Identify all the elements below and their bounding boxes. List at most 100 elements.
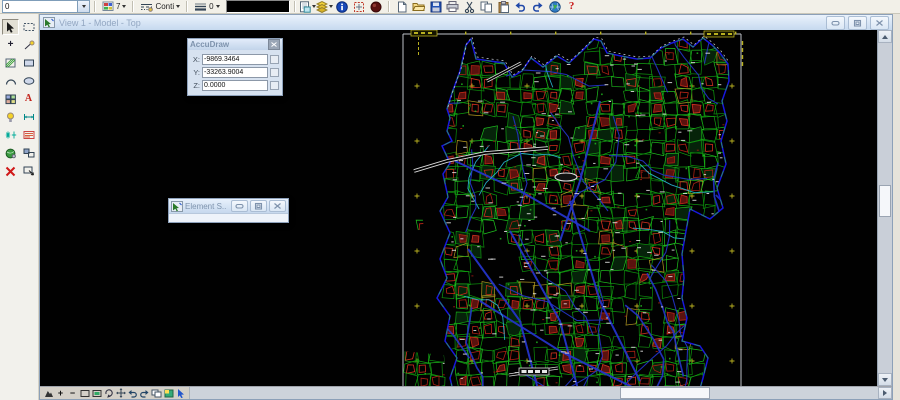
zoom-in-button[interactable]: + xyxy=(55,388,66,399)
pan-view-button[interactable] xyxy=(115,388,126,399)
color-picker-button[interactable]: 7 xyxy=(100,1,128,13)
color-swatch[interactable] xyxy=(226,0,290,13)
web-browser-button[interactable] xyxy=(547,0,563,13)
fence-icon xyxy=(23,22,35,32)
accusnap-button[interactable] xyxy=(368,0,384,13)
linear-tool[interactable] xyxy=(20,37,37,53)
arcs-tool[interactable] xyxy=(2,73,19,89)
view-previous-button[interactable] xyxy=(127,388,138,399)
drop-element-tool[interactable] xyxy=(20,163,37,179)
patterns-tool[interactable] xyxy=(2,55,19,71)
dimensions-tool[interactable] xyxy=(20,109,37,125)
accudraw-x-label: X: xyxy=(191,55,200,64)
delete-element-tool[interactable] xyxy=(2,163,19,179)
accudraw-x-lock-checkbox[interactable] xyxy=(270,55,279,64)
points-tool[interactable]: + xyxy=(2,37,19,53)
horizontal-scrollbar[interactable] xyxy=(189,387,892,399)
tags-tool[interactable] xyxy=(2,109,19,125)
rotate-view-button[interactable] xyxy=(103,388,114,399)
chevron-down-icon xyxy=(82,5,86,8)
fence-tool[interactable] xyxy=(20,19,37,35)
copy-button[interactable] xyxy=(479,0,495,13)
accudraw-dialog[interactable]: AccuDraw X: Y: Z: xyxy=(187,38,283,96)
change-attributes-icon xyxy=(23,130,35,140)
accudraw-z-lock-checkbox[interactable] xyxy=(270,81,279,90)
main-tool-grid: +A xyxy=(0,14,38,179)
groups-tool[interactable] xyxy=(2,145,19,161)
map-canvas[interactable] xyxy=(40,30,878,388)
restore-icon xyxy=(254,202,263,210)
cells-tool[interactable] xyxy=(2,91,19,107)
line-weight-button[interactable]: 0 xyxy=(192,1,221,13)
copy-view-button[interactable] xyxy=(151,388,162,399)
new-file-icon xyxy=(396,1,408,13)
element-selection-titlebar[interactable]: Element S... xyxy=(169,199,288,213)
view-mode-button[interactable] xyxy=(163,388,174,399)
vertical-scroll-thumb[interactable] xyxy=(879,185,891,217)
level-value: 0 xyxy=(3,2,77,12)
text-tool[interactable]: A xyxy=(20,91,37,107)
level-combo[interactable]: 0 xyxy=(2,0,90,13)
line-style-button[interactable]: Conti xyxy=(138,1,182,13)
scroll-up-button[interactable] xyxy=(878,30,892,43)
print-button[interactable] xyxy=(445,0,461,13)
update-view-button[interactable] xyxy=(43,388,54,399)
level-combo-dropdown[interactable] xyxy=(77,1,89,12)
element-info-button[interactable] xyxy=(334,0,350,13)
redo-button[interactable] xyxy=(530,0,546,13)
references-button[interactable] xyxy=(317,0,333,13)
minimize-button[interactable] xyxy=(826,16,845,30)
update-view-icon xyxy=(44,389,54,398)
accudraw-y-input[interactable] xyxy=(202,67,268,78)
accudraw-y-lock-checkbox[interactable] xyxy=(270,68,279,77)
element-selection-icon xyxy=(171,201,183,212)
vertical-scrollbar[interactable] xyxy=(877,30,892,386)
view-content[interactable]: AccuDraw X: Y: Z: xyxy=(40,30,892,399)
accudraw-x-input[interactable] xyxy=(202,54,268,65)
restore-button[interactable] xyxy=(250,200,267,212)
standard-tools-strip: ? xyxy=(394,0,580,13)
new-file-button[interactable] xyxy=(394,0,410,13)
navigate-view-button[interactable] xyxy=(175,388,186,399)
cut-button[interactable] xyxy=(462,0,478,13)
view-next-button[interactable] xyxy=(139,388,150,399)
close-button[interactable] xyxy=(269,200,286,212)
ellipses-tool[interactable] xyxy=(20,73,37,89)
minimize-button[interactable] xyxy=(231,200,248,212)
element-selection-icon xyxy=(5,21,16,33)
chevron-down-icon xyxy=(216,5,220,8)
patterns-icon xyxy=(5,58,16,68)
view-titlebar[interactable]: View 1 - Model - Top xyxy=(40,15,892,30)
change-attributes-tool[interactable] xyxy=(20,127,37,143)
accudraw-z-input[interactable] xyxy=(202,80,268,91)
restore-button[interactable] xyxy=(848,16,867,30)
restore-icon xyxy=(853,19,862,27)
zoom-out-button[interactable]: − xyxy=(67,388,78,399)
open-file-button[interactable] xyxy=(411,0,427,13)
polygons-tool[interactable] xyxy=(20,55,37,71)
measure-tool[interactable] xyxy=(2,127,19,143)
element-selection-title: Element S... xyxy=(185,202,227,211)
accudraw-titlebar[interactable]: AccuDraw xyxy=(188,39,282,50)
save-button[interactable] xyxy=(428,0,444,13)
models-button[interactable] xyxy=(300,0,316,13)
window-area-button[interactable] xyxy=(79,388,90,399)
scroll-right-button[interactable] xyxy=(878,387,892,399)
fit-view-button[interactable] xyxy=(91,388,102,399)
zoom-in-icon: + xyxy=(58,389,63,398)
close-button[interactable] xyxy=(268,39,280,50)
accudraw-toggle-button[interactable] xyxy=(351,0,367,13)
redo-icon xyxy=(531,1,544,12)
close-button[interactable] xyxy=(870,16,889,30)
horizontal-scroll-thumb[interactable] xyxy=(620,387,710,399)
scroll-down-button[interactable] xyxy=(878,373,892,386)
modify-tool[interactable] xyxy=(20,145,37,161)
undo-button[interactable] xyxy=(513,0,529,13)
paste-button[interactable] xyxy=(496,0,512,13)
primary-tools-strip xyxy=(300,0,384,13)
paste-icon xyxy=(498,1,510,13)
save-icon xyxy=(430,1,442,13)
element-selection-dialog[interactable]: Element S... xyxy=(168,198,289,223)
help-button[interactable]: ? xyxy=(564,0,580,13)
element-selection-tool[interactable] xyxy=(2,19,19,35)
